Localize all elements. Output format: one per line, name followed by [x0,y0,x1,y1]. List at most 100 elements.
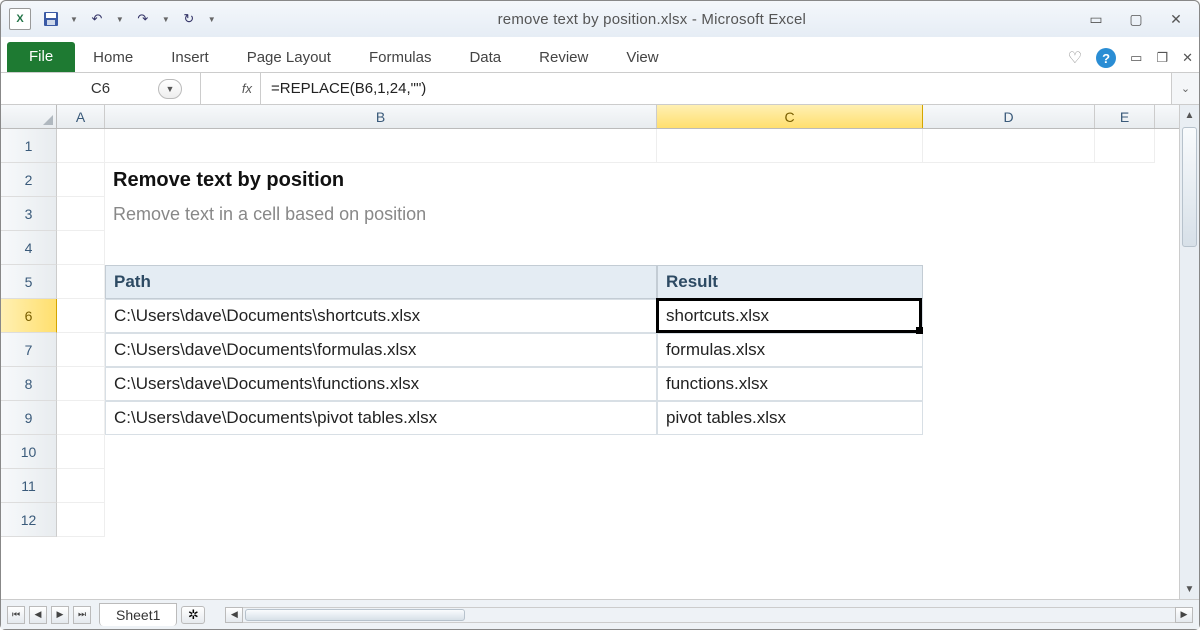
cell[interactable] [57,401,105,435]
cell[interactable] [1095,435,1155,469]
cell[interactable] [1095,197,1155,231]
cell[interactable] [57,435,105,469]
help-icon[interactable]: ? [1096,48,1116,68]
hscroll-thumb[interactable] [245,609,465,621]
scroll-down-icon[interactable]: ▼ [1180,579,1199,599]
cell[interactable] [923,231,1095,265]
ribbon-minimize-icon[interactable]: ♡ [1068,48,1082,68]
col-header-a[interactable]: A [57,105,105,128]
row-header[interactable]: 7 [1,333,57,367]
select-all-corner[interactable] [1,105,57,128]
row-header[interactable]: 2 [1,163,57,197]
undo-dropdown-icon[interactable]: ▼ [113,15,127,24]
tab-insert[interactable]: Insert [171,49,209,66]
sheet-prev-icon[interactable]: ◀ [29,606,47,624]
name-box-dropdown-icon[interactable]: ▼ [158,79,182,99]
cell[interactable] [657,469,923,503]
cell-result[interactable]: pivot tables.xlsx [657,401,923,435]
cell[interactable] [1095,401,1155,435]
cell-result[interactable]: functions.xlsx [657,367,923,401]
cell[interactable] [1095,129,1155,163]
scroll-left-icon[interactable]: ◀ [225,607,243,623]
qat-customize-icon[interactable]: ▼ [205,15,219,24]
maximize-icon[interactable]: ▢ [1125,10,1147,28]
tab-home[interactable]: Home [93,49,133,66]
row-header[interactable]: 9 [1,401,57,435]
cell[interactable] [923,197,1095,231]
col-header-d[interactable]: D [923,105,1095,128]
cell[interactable] [105,503,657,537]
cell[interactable] [57,333,105,367]
cell-path[interactable]: C:\Users\dave\Documents\formulas.xlsx [105,333,657,367]
cell-result[interactable]: shortcuts.xlsx [657,299,923,333]
tab-page-layout[interactable]: Page Layout [247,49,331,66]
cell[interactable] [923,469,1095,503]
cell[interactable] [923,265,1095,299]
cell[interactable] [657,435,923,469]
row-header[interactable]: 3 [1,197,57,231]
cell-result[interactable]: formulas.xlsx [657,333,923,367]
cell[interactable] [1095,299,1155,333]
cell[interactable] [657,197,923,231]
horizontal-scrollbar[interactable]: ◀ ▶ [225,607,1193,623]
tab-formulas[interactable]: Formulas [369,49,432,66]
formula-input[interactable]: =REPLACE(B6,1,24,"") [261,73,1171,104]
cell-path[interactable]: C:\Users\dave\Documents\functions.xlsx [105,367,657,401]
name-box[interactable]: C6 ▼ [1,73,201,104]
col-header-e[interactable]: E [1095,105,1155,128]
tab-data[interactable]: Data [469,49,501,66]
cell[interactable] [1095,333,1155,367]
header-path[interactable]: Path [105,265,657,299]
sheet-tab[interactable]: Sheet1 [99,603,177,626]
cell[interactable] [1095,503,1155,537]
cell[interactable] [57,265,105,299]
file-tab[interactable]: File [7,42,75,72]
row-header[interactable]: 5 [1,265,57,299]
redo-icon[interactable]: ↷ [133,9,153,29]
fx-icon[interactable]: fx [201,73,261,104]
cell[interactable] [923,401,1095,435]
doc-minimize-icon[interactable]: ▭ [1130,50,1142,66]
cell-subtitle[interactable]: Remove text in a cell based on position [105,197,657,231]
cell[interactable] [1095,265,1155,299]
tab-view[interactable]: View [626,49,658,66]
formula-expand-icon[interactable]: ⌄ [1171,73,1199,104]
cell[interactable] [923,367,1095,401]
row-header[interactable]: 10 [1,435,57,469]
cell[interactable] [105,129,657,163]
cell[interactable] [923,163,1095,197]
close-icon[interactable]: ✕ [1165,10,1187,28]
cell[interactable] [657,231,923,265]
minimize-icon[interactable]: ▭ [1085,10,1107,28]
sheet-next-icon[interactable]: ▶ [51,606,69,624]
save-icon[interactable] [41,9,61,29]
cell[interactable] [923,129,1095,163]
sheet-first-icon[interactable]: ⏮ [7,606,25,624]
cell[interactable] [923,503,1095,537]
cell-path[interactable]: C:\Users\dave\Documents\shortcuts.xlsx [105,299,657,333]
cell[interactable] [57,503,105,537]
hscroll-track[interactable] [243,607,1175,623]
col-header-b[interactable]: B [105,105,657,128]
repeat-icon[interactable]: ↻ [179,9,199,29]
redo-dropdown-icon[interactable]: ▼ [159,15,173,24]
cell[interactable] [1095,367,1155,401]
cell[interactable] [657,503,923,537]
row-header[interactable]: 11 [1,469,57,503]
row-header[interactable]: 12 [1,503,57,537]
cell[interactable] [1095,231,1155,265]
vertical-scrollbar[interactable]: ▲ ▼ [1179,105,1199,599]
cell[interactable] [105,231,657,265]
tab-review[interactable]: Review [539,49,588,66]
qat-dropdown-icon[interactable]: ▼ [67,15,81,24]
cell[interactable] [923,299,1095,333]
cell[interactable] [1095,163,1155,197]
cell[interactable] [657,129,923,163]
row-header[interactable]: 4 [1,231,57,265]
cell[interactable] [57,163,105,197]
cell[interactable] [57,231,105,265]
scroll-up-icon[interactable]: ▲ [1180,105,1199,125]
cell[interactable] [1095,469,1155,503]
cell[interactable] [57,469,105,503]
header-result[interactable]: Result [657,265,923,299]
